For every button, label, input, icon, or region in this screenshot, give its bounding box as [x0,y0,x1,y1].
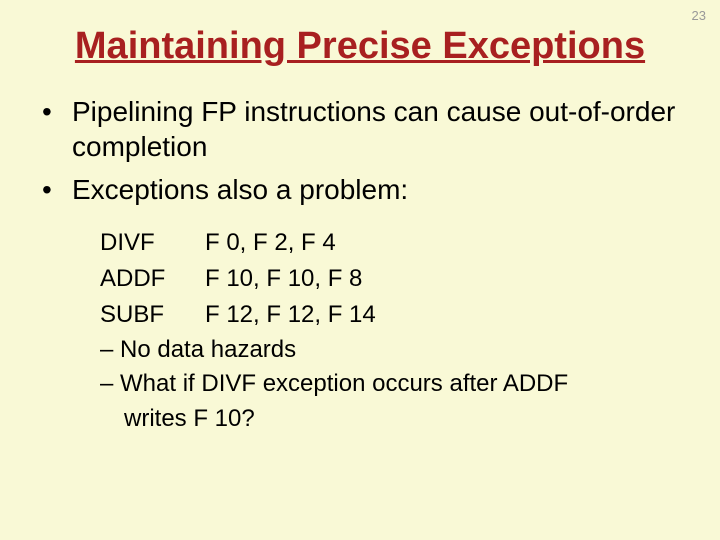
code-op: DIVF [100,225,205,261]
bullet-item: Exceptions also a problem: [40,172,680,207]
code-row: ADDF F 10, F 10, F 8 [100,261,680,297]
slide-number: 23 [692,8,706,23]
sub-note-continuation: writes F 10? [124,402,680,437]
code-row: DIVF F 0, F 2, F 4 [100,225,680,261]
code-op: ADDF [100,261,205,297]
code-op: SUBF [100,297,205,333]
code-args: F 0, F 2, F 4 [205,225,336,261]
code-args: F 10, F 10, F 8 [205,261,362,297]
code-args: F 12, F 12, F 14 [205,297,376,333]
code-block: DIVF F 0, F 2, F 4 ADDF F 10, F 10, F 8 … [100,225,680,333]
code-row: SUBF F 12, F 12, F 14 [100,297,680,333]
slide-title: Maintaining Precise Exceptions [40,25,680,69]
main-bullet-list: Pipelining FP instructions can cause out… [40,94,680,207]
sub-note: – No data hazards [100,333,680,368]
sub-note: – What if DIVF exception occurs after AD… [100,367,680,402]
bullet-item: Pipelining FP instructions can cause out… [40,94,680,164]
